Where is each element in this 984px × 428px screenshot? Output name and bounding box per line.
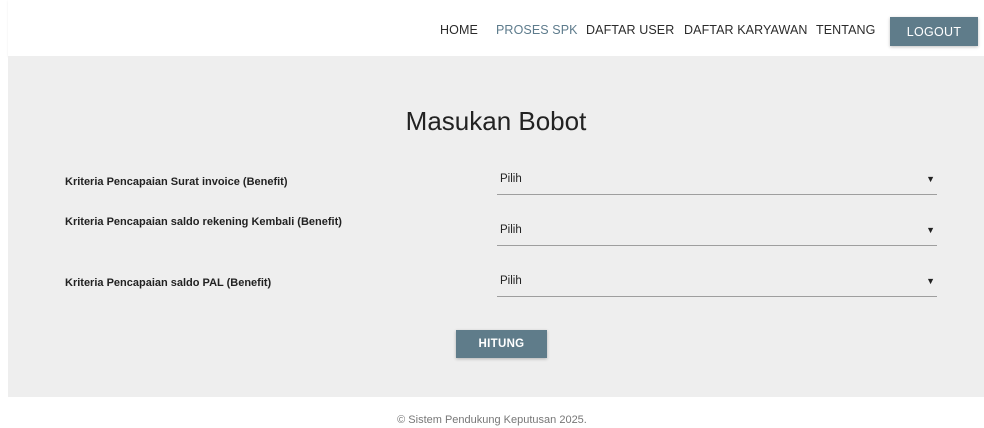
main-panel: Masukan Bobot Kriteria Pencapaian Surat … — [8, 56, 984, 397]
criteria-select-invoice[interactable]: Pilih ▼ — [497, 170, 937, 195]
chevron-down-icon: ▼ — [926, 174, 935, 184]
nav-home[interactable]: HOME — [440, 23, 478, 37]
select-value: Pilih — [500, 224, 522, 236]
criteria-label-saldo-rekening: Kriteria Pencapaian saldo rekening Kemba… — [65, 216, 342, 228]
logout-button[interactable]: LOGOUT — [890, 17, 978, 46]
select-value: Pilih — [500, 173, 522, 185]
criteria-label-invoice: Kriteria Pencapaian Surat invoice (Benef… — [65, 176, 288, 188]
hitung-button[interactable]: HITUNG — [456, 330, 547, 358]
nav-daftar-karyawan[interactable]: DAFTAR KARYAWAN — [684, 23, 808, 37]
chevron-down-icon: ▼ — [926, 225, 935, 235]
footer-copyright: © Sistem Pendukung Keputusan 2025. — [397, 414, 587, 426]
criteria-select-saldo-rekening[interactable]: Pilih ▼ — [497, 221, 937, 246]
top-navbar: HOME PROSES SPK DAFTAR USER DAFTAR KARYA… — [8, 0, 984, 56]
nav-daftar-user[interactable]: DAFTAR USER — [586, 23, 674, 37]
criteria-select-saldo-pal[interactable]: Pilih ▼ — [497, 272, 937, 297]
page-title: Masukan Bobot — [405, 106, 587, 136]
chevron-down-icon: ▼ — [926, 276, 935, 286]
select-value: Pilih — [500, 275, 522, 287]
nav-proses-spk[interactable]: PROSES SPK — [496, 23, 578, 37]
nav-tentang[interactable]: TENTANG — [816, 23, 876, 37]
criteria-label-saldo-pal: Kriteria Pencapaian saldo PAL (Benefit) — [65, 277, 272, 289]
